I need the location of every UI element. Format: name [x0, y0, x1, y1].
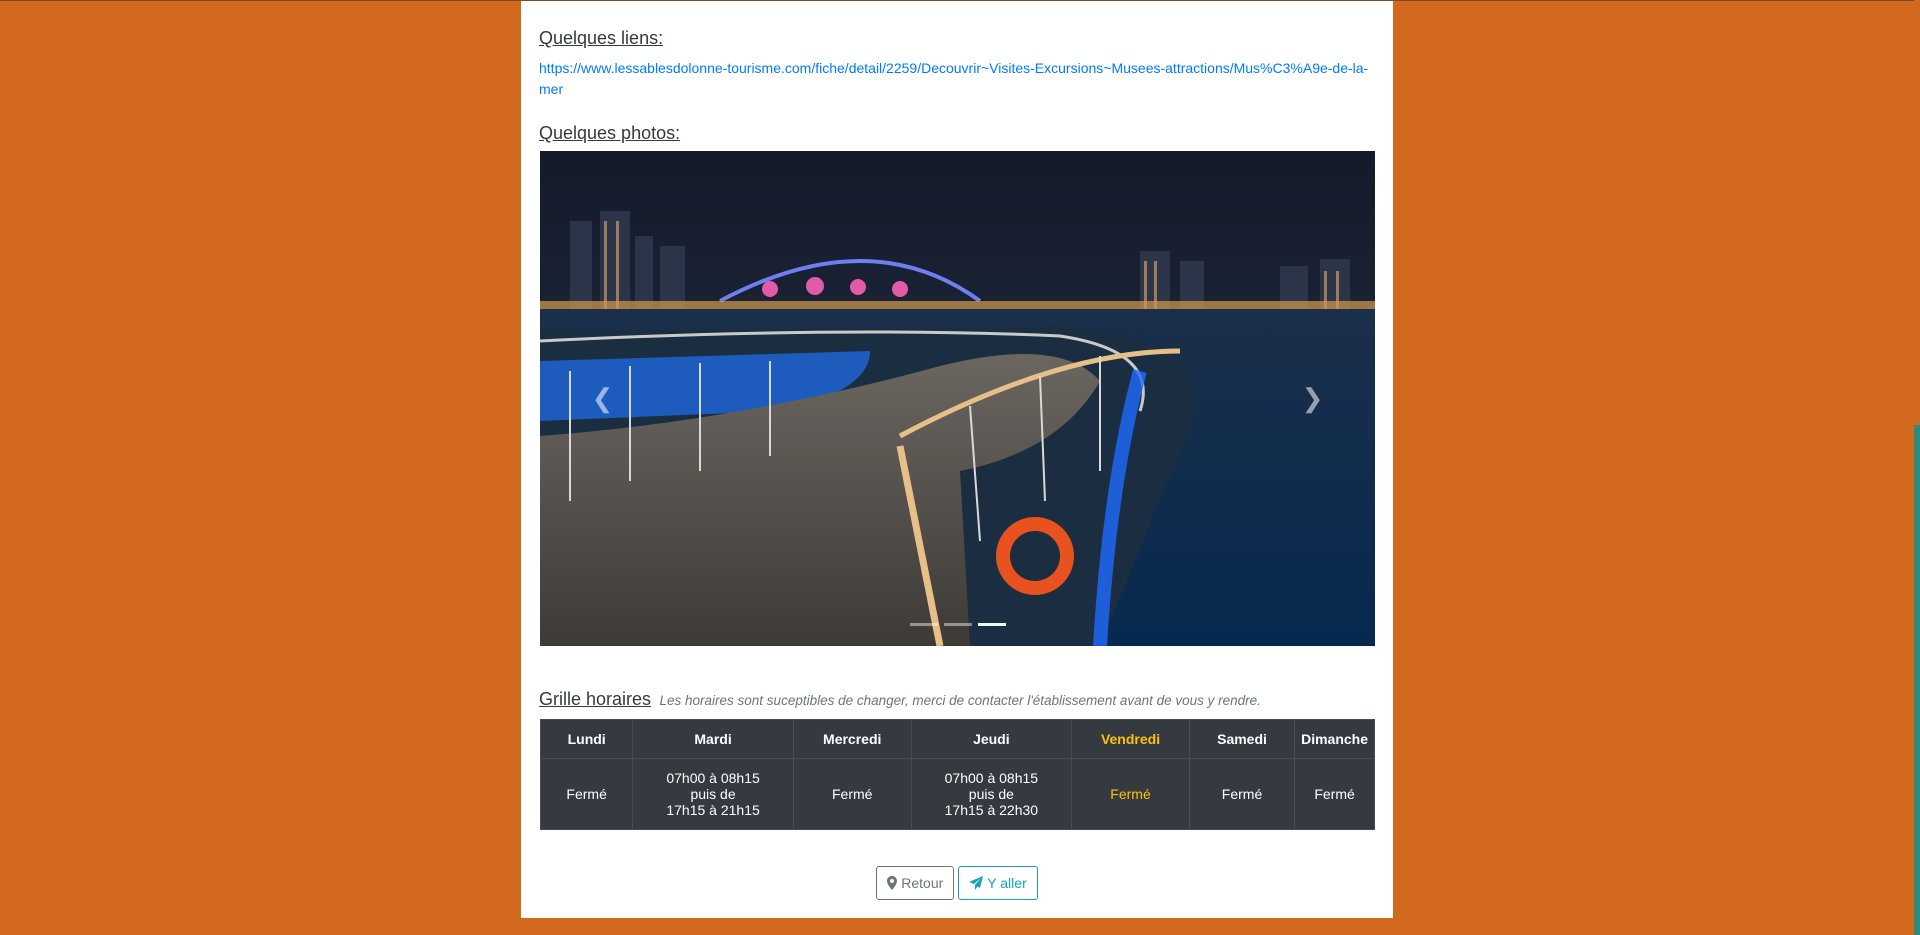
- schedule-header-row: Lundi Mardi Mercredi Jeudi Vendredi Same…: [539, 719, 1375, 759]
- content-card: Quelques liens: https://www.lessablesdol…: [521, 1, 1393, 918]
- paper-plane-icon: [969, 876, 984, 890]
- carousel-prev-button[interactable]: ❮: [540, 151, 665, 646]
- carousel-indicators: [540, 623, 1375, 626]
- scrollbar-thumb[interactable]: [1914, 425, 1920, 935]
- day-header-lundi: Lundi: [539, 719, 634, 759]
- links-section-title: Quelques liens:: [539, 28, 664, 48]
- carousel-next-button[interactable]: ❯: [1250, 151, 1375, 646]
- go-button-label: Y aller: [987, 875, 1027, 891]
- schedule-title: Grille horaires: [539, 689, 652, 709]
- carousel-indicator-active[interactable]: [977, 623, 1006, 626]
- schedule-hours-row: Fermé 07h00 à 08h15 puis de 17h15 à 21h1…: [539, 758, 1375, 830]
- hours-jeudi: 07h00 à 08h15 puis de 17h15 à 22h30: [910, 758, 1073, 830]
- carousel-indicator[interactable]: [943, 623, 972, 626]
- day-header-jeudi: Jeudi: [910, 719, 1073, 759]
- photos-section-title: Quelques photos:: [539, 123, 681, 143]
- external-link[interactable]: https://www.lessablesdolonne-tourisme.co…: [539, 58, 1369, 100]
- chevron-left-icon: ❮: [591, 383, 614, 413]
- day-header-dimanche: Dimanche: [1294, 719, 1375, 759]
- schedule-table: Lundi Mardi Mercredi Jeudi Vendredi Same…: [539, 719, 1375, 830]
- hours-mardi: 07h00 à 08h15 puis de 17h15 à 21h15: [632, 758, 794, 830]
- schedule-header: Grille horaires Les horaires sont sucept…: [539, 689, 1261, 710]
- carousel-indicator[interactable]: [909, 623, 938, 626]
- photo-carousel: ❮ ❯: [540, 151, 1375, 646]
- day-header-vendredi: Vendredi: [1071, 719, 1190, 759]
- action-buttons: Retour Y aller: [521, 866, 1393, 900]
- hours-samedi: Fermé: [1188, 758, 1296, 830]
- back-button-label: Retour: [901, 875, 944, 891]
- chevron-right-icon: ❯: [1301, 383, 1324, 413]
- back-button[interactable]: Retour: [876, 866, 955, 900]
- day-header-mercredi: Mercredi: [792, 719, 912, 759]
- hours-lundi: Fermé: [539, 758, 634, 830]
- day-header-samedi: Samedi: [1188, 719, 1296, 759]
- hours-dimanche: Fermé: [1294, 758, 1375, 830]
- day-header-mardi: Mardi: [632, 719, 794, 759]
- go-button[interactable]: Y aller: [958, 866, 1038, 900]
- hours-vendredi: Fermé: [1071, 758, 1190, 830]
- schedule-note: Les horaires sont suceptibles de changer…: [659, 693, 1261, 708]
- map-marker-icon: [887, 876, 898, 890]
- hours-mercredi: Fermé: [792, 758, 912, 830]
